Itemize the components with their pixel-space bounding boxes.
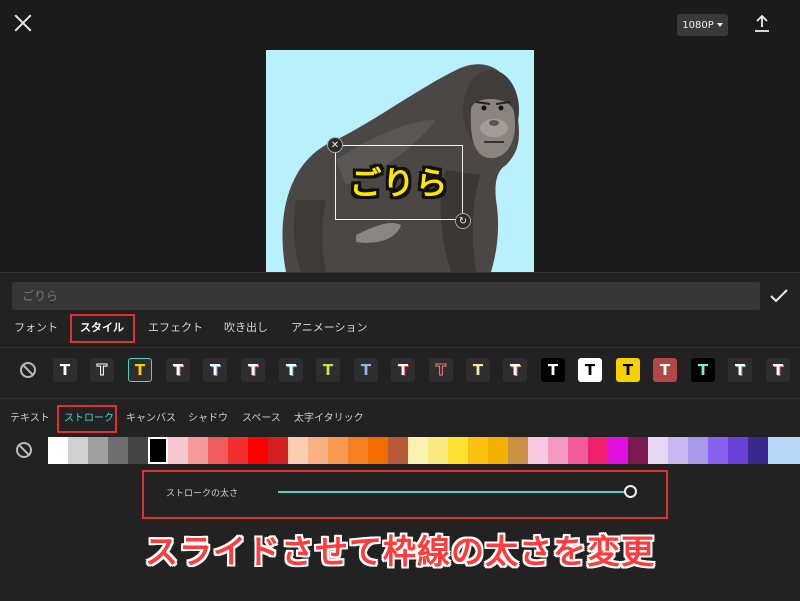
style-preset[interactable]: T — [354, 358, 378, 382]
style-preset[interactable]: T — [503, 358, 527, 382]
style-preset[interactable]: T — [241, 358, 265, 382]
color-swatch[interactable] — [488, 437, 508, 464]
style-preset[interactable]: T — [728, 358, 752, 382]
color-swatch[interactable] — [608, 437, 628, 464]
style-preset[interactable]: T — [279, 358, 303, 382]
color-swatch[interactable] — [168, 437, 188, 464]
color-swatch[interactable] — [708, 437, 728, 464]
stroke-width-label: ストロークの太さ — [166, 489, 239, 499]
style-preset[interactable]: T — [766, 358, 790, 382]
style-preset[interactable]: T — [616, 358, 640, 382]
annotation-caption: スライドさせて枠線の太さを変更 — [145, 532, 655, 571]
color-swatch[interactable] — [328, 437, 348, 464]
color-swatch[interactable] — [408, 437, 428, 464]
subtab-shadow[interactable]: シャドウ — [188, 412, 228, 426]
tab-bubble[interactable]: 吹き出し — [224, 318, 268, 338]
subtab-text[interactable]: テキスト — [10, 412, 50, 426]
color-swatch[interactable] — [68, 437, 88, 464]
color-swatch[interactable] — [248, 437, 268, 464]
delete-text-icon[interactable]: ✕ — [327, 137, 343, 153]
divider — [0, 398, 800, 399]
confirm-check-icon[interactable] — [770, 288, 788, 303]
subtab-bold-italic[interactable]: 太字イタリック — [294, 412, 364, 426]
color-swatch[interactable] — [588, 437, 608, 464]
color-swatch[interactable] — [688, 437, 708, 464]
color-swatch[interactable] — [468, 437, 488, 464]
color-swatch[interactable] — [748, 437, 768, 464]
color-swatch[interactable] — [148, 437, 168, 464]
color-swatch[interactable] — [308, 437, 328, 464]
color-swatch[interactable] — [288, 437, 308, 464]
color-swatch[interactable] — [88, 437, 108, 464]
close-icon[interactable] — [12, 12, 34, 34]
tab-animation[interactable]: アニメーション — [291, 318, 368, 338]
subtab-space[interactable]: スペース — [242, 412, 281, 426]
style-preset[interactable]: T — [429, 358, 453, 382]
resolution-dropdown[interactable]: 1080P — [677, 14, 728, 36]
color-swatch[interactable] — [568, 437, 588, 464]
tab-effect[interactable]: エフェクト — [148, 318, 203, 338]
color-swatch[interactable] — [728, 437, 748, 464]
color-swatch[interactable] — [508, 437, 528, 464]
color-swatch[interactable] — [628, 437, 648, 464]
style-preset[interactable]: T — [316, 358, 340, 382]
stroke-width-fill — [278, 491, 630, 493]
style-preset[interactable]: T — [391, 358, 415, 382]
color-swatch[interactable] — [368, 437, 388, 464]
style-preset[interactable]: T — [691, 358, 715, 382]
text-input[interactable] — [12, 282, 760, 310]
color-swatch[interactable] — [208, 437, 228, 464]
color-swatch[interactable] — [768, 437, 800, 464]
style-preset[interactable]: T — [203, 358, 227, 382]
style-tab-highlight — [70, 314, 135, 343]
color-swatch[interactable] — [388, 437, 408, 464]
rotate-scale-icon[interactable]: ↻ — [455, 213, 471, 229]
color-swatch[interactable] — [668, 437, 688, 464]
style-preset[interactable]: T — [466, 358, 490, 382]
color-swatch[interactable] — [268, 437, 288, 464]
tab-font[interactable]: フォント — [14, 318, 58, 338]
none-icon — [20, 362, 36, 378]
style-preset[interactable]: T — [90, 358, 114, 382]
color-swatch[interactable] — [108, 437, 128, 464]
none-icon — [16, 442, 32, 458]
color-swatch[interactable] — [528, 437, 548, 464]
color-swatch[interactable] — [428, 437, 448, 464]
color-swatch[interactable] — [48, 437, 68, 464]
color-swatch[interactable] — [128, 437, 148, 464]
color-swatch[interactable] — [548, 437, 568, 464]
caption-text[interactable]: ごりら — [345, 158, 453, 204]
style-preset[interactable]: T — [578, 358, 602, 382]
color-swatch[interactable] — [348, 437, 368, 464]
color-swatch[interactable] — [188, 437, 208, 464]
style-preset[interactable]: T — [541, 358, 565, 382]
resolution-label: 1080P — [682, 19, 714, 31]
color-swatch[interactable] — [648, 437, 668, 464]
stroke-tab-highlight — [57, 405, 117, 433]
subtab-canvas[interactable]: キャンバス — [126, 412, 176, 426]
style-preset[interactable]: T — [53, 358, 77, 382]
no-stroke-button[interactable] — [15, 441, 33, 459]
stroke-width-thumb[interactable] — [624, 485, 637, 498]
style-preset[interactable]: T — [166, 358, 190, 382]
caret-down-icon — [716, 23, 723, 27]
color-swatch[interactable] — [228, 437, 248, 464]
divider — [0, 347, 800, 348]
style-preset[interactable]: T — [653, 358, 677, 382]
color-swatch[interactable] — [448, 437, 468, 464]
export-icon[interactable] — [753, 14, 771, 34]
no-style-button[interactable] — [16, 358, 40, 382]
style-preset-selected[interactable]: T — [128, 358, 152, 382]
